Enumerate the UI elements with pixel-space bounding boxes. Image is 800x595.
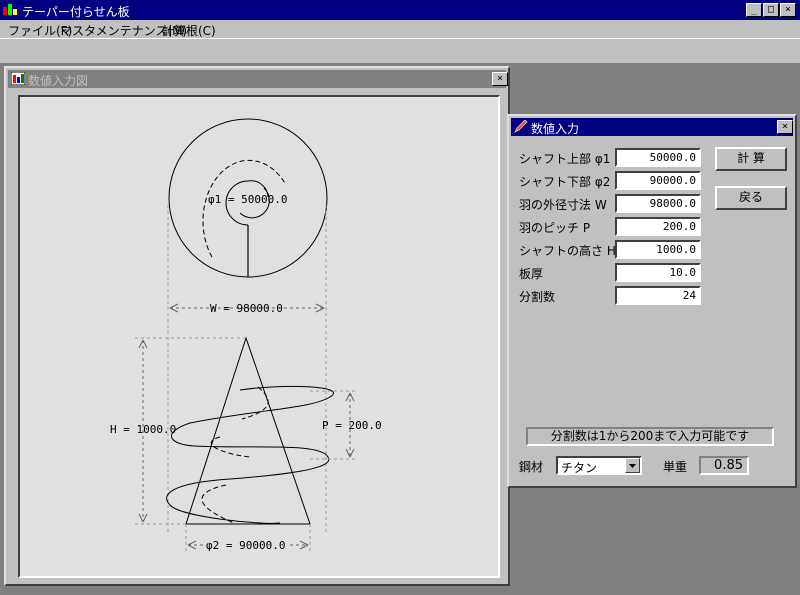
phi1-label: φ1 = 50000.0 xyxy=(208,193,287,206)
status-message: 分割数は1から200まで入力可能です xyxy=(526,427,774,446)
h-label: H = 1000.0 xyxy=(110,423,176,436)
field-label-thickness: 板厚 xyxy=(519,267,544,281)
app-title-bar: テーパー付らせん板 _ □ × xyxy=(0,0,800,20)
dialog-title: 数値入力 xyxy=(531,122,580,136)
cone-outline xyxy=(185,336,311,525)
back-button[interactable]: 戻る xyxy=(715,186,787,210)
toolbar-strip xyxy=(0,38,800,64)
numeric-input-dialog: 数値入力 × シャフト上部 φ1 50000.0 シャフト下部 φ2 90000… xyxy=(507,114,797,488)
material-label: 鋼材 xyxy=(519,460,544,474)
drawing-window-close-button[interactable]: × xyxy=(492,72,508,86)
material-select[interactable]: チタン xyxy=(556,456,642,475)
unit-weight-label: 単重 xyxy=(663,460,688,474)
drawing-window-title: 数値入力図 xyxy=(28,74,89,88)
drawing-svg: φ1 = 50000.0 W = 98000.0 H = 1000.0 P = … xyxy=(110,118,382,552)
shaft-height-input[interactable]: 1000.0 xyxy=(615,240,701,259)
thickness-input[interactable]: 10.0 xyxy=(615,263,701,282)
dialog-title-bar: 数値入力 × xyxy=(511,118,793,136)
chevron-down-icon[interactable] xyxy=(625,458,640,473)
minimize-button[interactable]: _ xyxy=(746,3,762,17)
outer-diameter-input[interactable]: 98000.0 xyxy=(615,194,701,213)
field-label-pitch: 羽のピッチ P xyxy=(519,221,591,235)
phi1-input[interactable]: 50000.0 xyxy=(615,148,701,167)
w-label: W = 98000.0 xyxy=(210,302,283,315)
app-title: テーパー付らせん板 xyxy=(22,5,130,19)
field-label-phi2: シャフト下部 φ2 xyxy=(519,175,611,189)
pitch-input[interactable]: 200.0 xyxy=(615,217,701,236)
menu-bar: ファイル(F) マスタメンテナンス(M) 計算根(C) xyxy=(0,20,800,38)
field-label-outer-diameter: 羽の外径寸法 W xyxy=(519,198,607,212)
drawing-canvas: φ1 = 50000.0 W = 98000.0 H = 1000.0 P = … xyxy=(18,95,500,578)
field-label-shaft-height: シャフトの高さ H xyxy=(519,244,616,258)
menu-calc[interactable]: 計算根(C) xyxy=(162,22,216,39)
app-icon xyxy=(3,4,17,15)
unit-weight-value: 0.85 xyxy=(699,456,749,475)
close-button[interactable]: × xyxy=(780,3,796,17)
dialog-close-button[interactable]: × xyxy=(777,120,793,134)
divisions-input[interactable]: 24 xyxy=(615,286,701,305)
calculate-button[interactable]: 計 算 xyxy=(715,147,787,171)
spiral-solid xyxy=(166,385,334,524)
spiral-dashed xyxy=(201,386,269,524)
pencil-icon xyxy=(514,120,528,133)
material-value: チタン xyxy=(561,461,598,475)
drawing-window-icon xyxy=(11,72,25,85)
phi2-label: φ2 = 90000.0 xyxy=(206,539,285,552)
p-label: P = 200.0 xyxy=(322,419,382,432)
field-label-divisions: 分割数 xyxy=(519,290,556,304)
drawing-window-title-bar: 数値入力図 × xyxy=(8,70,508,88)
phi2-input[interactable]: 90000.0 xyxy=(615,171,701,190)
dashed-spiral-arc xyxy=(202,159,287,258)
field-label-phi1: シャフト上部 φ1 xyxy=(519,152,611,166)
drawing-window: 数値入力図 × φ1 = 50000.0 W = 98000.0 H = 100… xyxy=(4,66,510,586)
maximize-button[interactable]: □ xyxy=(763,3,779,17)
